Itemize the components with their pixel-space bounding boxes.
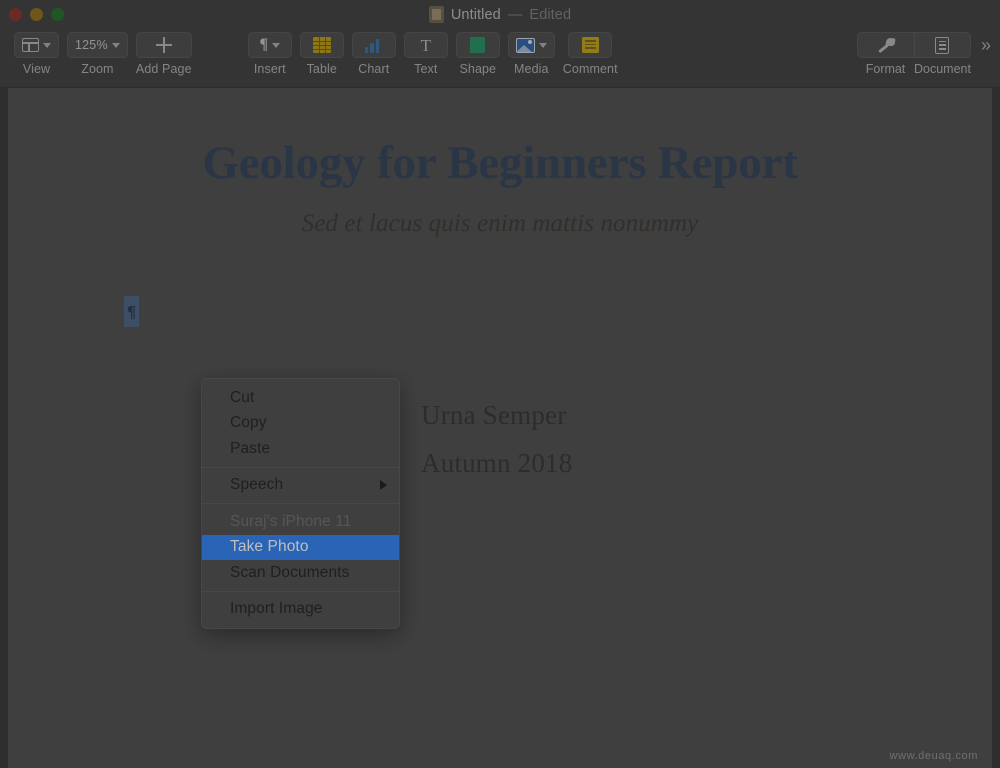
menu-separator (202, 466, 399, 468)
menu-item-speech-label: Speech (230, 476, 284, 494)
table-grid-icon (312, 37, 331, 53)
chevron-down-icon (111, 42, 120, 48)
chart-label: Chart (358, 62, 390, 76)
minimize-button[interactable] (30, 8, 43, 21)
toolbar-comment[interactable]: Comment (559, 32, 622, 76)
zoom-value: 125% (75, 38, 108, 52)
toolbar-shape[interactable]: Shape (452, 32, 504, 76)
main-toolbar: View 125% Zoom Add Page ¶ Insert Table C… (0, 29, 1000, 88)
window-title-group: Untitled — Edited (0, 0, 1000, 29)
body-text-line: Autumn 2018 (421, 448, 573, 478)
chart-button[interactable] (351, 32, 396, 58)
toolbar-view[interactable]: View (10, 32, 63, 76)
view-button[interactable] (14, 32, 59, 58)
view-layout-icon (22, 38, 39, 52)
chevron-down-icon (538, 42, 547, 48)
toolbar-inspector-group: Format Document (856, 32, 971, 76)
shape-label: Shape (459, 62, 497, 76)
comment-note-icon (581, 37, 599, 53)
menu-item-paste[interactable]: Paste (202, 436, 399, 462)
toolbar-table[interactable]: Table (296, 32, 348, 76)
title-separator: — (507, 6, 523, 23)
plus-icon (155, 37, 172, 53)
inspector-segmented-control (856, 32, 971, 58)
traffic-lights (0, 8, 64, 21)
inspector-labels: Format Document (857, 62, 971, 76)
text-label: Text (414, 62, 438, 76)
window-title: Untitled (450, 6, 501, 23)
document-canvas: Geology for Beginners Report Sed et lacu… (0, 88, 1000, 768)
table-button[interactable] (299, 32, 344, 58)
document-title: Geology for Beginners Report (202, 137, 798, 189)
body-text-line: Urna Semper (421, 400, 567, 430)
toolbar-add-page[interactable]: Add Page (132, 32, 196, 76)
chevron-down-icon (43, 42, 51, 48)
menu-item-take-photo[interactable]: Take Photo (202, 534, 399, 560)
close-button[interactable] (9, 8, 22, 21)
format-button[interactable] (858, 33, 914, 57)
comment-label: Comment (562, 62, 618, 76)
submenu-arrow-icon (380, 480, 387, 491)
comment-button[interactable] (568, 32, 613, 58)
document-page[interactable]: Geology for Beginners Report Sed et lacu… (8, 88, 992, 768)
shape-square-icon (470, 37, 486, 53)
insert-label: Insert (253, 62, 286, 76)
menu-item-speech[interactable]: Speech (202, 473, 399, 499)
toolbar-zoom[interactable]: 125% Zoom (63, 32, 132, 76)
chevron-down-icon (272, 42, 281, 48)
pages-window: Untitled — Edited View 125% Zoom Add Pag… (0, 0, 1000, 768)
toolbar-text[interactable]: T Text (400, 32, 452, 76)
toolbar-chart[interactable]: Chart (348, 32, 400, 76)
media-photo-icon (515, 37, 535, 53)
paragraph-mark-selection[interactable]: ¶ (124, 296, 139, 327)
document-button[interactable] (913, 33, 970, 57)
document-label: Document (913, 62, 971, 76)
menu-item-cut[interactable]: Cut (202, 385, 399, 411)
menu-header-device: Suraj's iPhone 11 (230, 512, 352, 530)
menu-item-copy[interactable]: Copy (202, 411, 399, 437)
document-subtitle: Sed et lacus quis enim mattis nonummy (301, 210, 699, 237)
media-label: Media (514, 62, 549, 76)
bar-chart-icon (364, 37, 383, 53)
zoom-button-control[interactable]: 125% (67, 32, 128, 58)
menu-item-import-image[interactable]: Import Image (202, 597, 399, 623)
text-button[interactable]: T (403, 32, 448, 58)
context-menu: Cut Copy Paste Speech Suraj's iPhone 11 … (201, 378, 400, 629)
menu-separator (202, 503, 399, 504)
shape-button[interactable] (455, 32, 500, 58)
format-brush-icon (877, 37, 895, 54)
table-label: Table (306, 62, 337, 76)
double-chevron-right-icon[interactable]: » (981, 35, 991, 56)
document-page-icon (935, 36, 950, 54)
site-watermark: www.deuaq.com (889, 750, 978, 762)
text-t-icon: T (420, 35, 431, 55)
add-page-label: Add Page (135, 62, 192, 76)
menu-separator (202, 590, 399, 592)
edited-status: Edited (529, 6, 572, 23)
window-titlebar: Untitled — Edited (0, 0, 1000, 29)
media-button[interactable] (507, 32, 555, 58)
view-label: View (22, 62, 51, 76)
insert-button[interactable]: ¶ (247, 32, 292, 58)
add-page-button[interactable] (135, 32, 192, 58)
pilcrow-icon: ¶ (259, 36, 269, 53)
pages-document-icon (428, 6, 444, 23)
zoom-button[interactable] (51, 8, 64, 21)
format-label: Format (865, 62, 906, 76)
zoom-label: Zoom (81, 62, 114, 76)
toolbar-media[interactable]: Media (504, 32, 559, 76)
menu-item-scan-documents[interactable]: Scan Documents (202, 560, 399, 586)
toolbar-insert[interactable]: ¶ Insert (244, 32, 296, 76)
